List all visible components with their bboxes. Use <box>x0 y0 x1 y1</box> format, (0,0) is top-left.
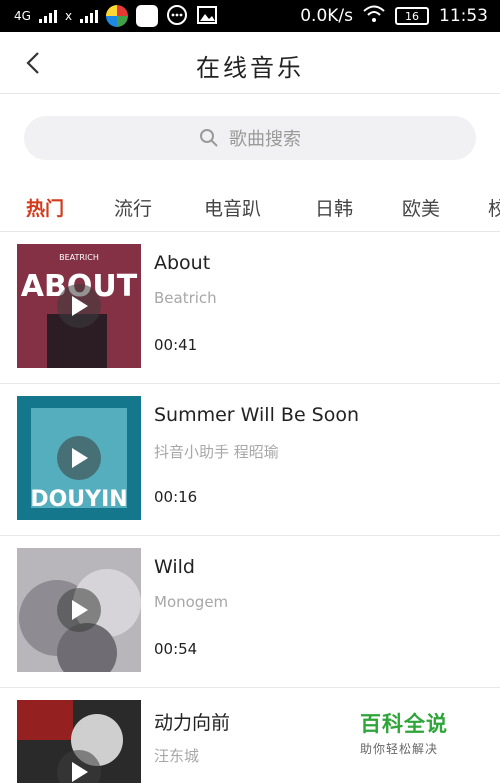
play-icon <box>72 762 88 782</box>
album-cover-wild <box>17 548 141 672</box>
battery-icon: 16 <box>395 7 429 25</box>
play-button[interactable] <box>57 284 101 328</box>
image-notification-icon <box>196 4 218 29</box>
tab-pop[interactable]: 流行 <box>114 194 152 221</box>
album-cover-forward <box>17 700 141 783</box>
song-artist: 抖音小助手 程昭瑜 <box>154 443 279 461</box>
album-cover-about: BEATRICH ABOUT <box>17 244 141 368</box>
watermark-subtitle: 助你轻松解决 <box>360 742 439 756</box>
song-row-1[interactable]: BEATRICH ABOUT About Beatrich 00:41 <box>0 232 500 384</box>
play-button[interactable] <box>57 436 101 480</box>
app-notification-icon <box>106 5 129 27</box>
tab-campus[interactable]: 校 <box>488 194 500 221</box>
watermark-logo: 百科全说 助你轻松解决 <box>360 708 480 768</box>
category-tabs: 热门 流行 电音趴 日韩 欧美 校 <box>0 184 500 232</box>
song-title: Summer Will Be Soon <box>154 404 360 426</box>
search-placeholder: 歌曲搜索 <box>229 129 301 150</box>
cover-small-text: BEATRICH <box>59 253 99 262</box>
tab-hot[interactable]: 热门 <box>26 194 64 221</box>
net-speed: 0.0K/s <box>300 6 353 26</box>
play-icon <box>72 296 88 316</box>
search-bar[interactable]: 歌曲搜索 <box>24 116 476 160</box>
song-title: About <box>154 252 211 274</box>
network-label-1: 4G <box>14 9 31 23</box>
song-artist: Beatrich <box>154 289 217 307</box>
tab-jk[interactable]: 日韩 <box>315 194 353 221</box>
song-duration: 00:54 <box>154 640 198 658</box>
play-button[interactable] <box>57 588 101 632</box>
play-icon <box>72 448 88 468</box>
tab-west[interactable]: 欧美 <box>402 194 440 221</box>
signal-icon <box>38 9 57 23</box>
status-right: 0.0K/s 16 11:53 <box>300 4 488 28</box>
network-label-2: x <box>64 9 73 23</box>
tab-edm[interactable]: 电音趴 <box>204 194 261 221</box>
cover-title-text: DOUYIN <box>30 487 127 512</box>
song-row-2[interactable]: DOUYIN Summer Will Be Soon 抖音小助手 程昭瑜 00:… <box>0 384 500 536</box>
search-icon <box>200 129 218 147</box>
song-artist: 汪东城 <box>154 747 200 765</box>
battery-level: 16 <box>405 9 419 23</box>
watermark-title: 百科全说 <box>360 712 448 736</box>
song-artist: Monogem <box>154 593 229 611</box>
album-cover-douyin: DOUYIN <box>17 396 141 520</box>
song-title: 动力向前 <box>154 712 231 734</box>
song-row-3[interactable]: Wild Monogem 00:54 <box>0 536 500 688</box>
status-bar: 4G x 0.0K/s 16 11:53 <box>0 0 500 32</box>
song-duration: 00:41 <box>154 336 198 354</box>
wifi-icon <box>363 5 385 28</box>
song-duration: 00:16 <box>154 488 198 506</box>
app-header: 在线音乐 <box>0 32 500 94</box>
play-icon <box>72 600 88 620</box>
page-title: 在线音乐 <box>196 54 304 82</box>
signal-icon-2 <box>80 9 99 23</box>
status-left: 4G x <box>14 4 218 29</box>
song-title: Wild <box>154 556 195 578</box>
chat-notification-icon <box>166 4 188 29</box>
clock: 11:53 <box>439 6 488 26</box>
blank-notification-icon <box>136 5 159 27</box>
